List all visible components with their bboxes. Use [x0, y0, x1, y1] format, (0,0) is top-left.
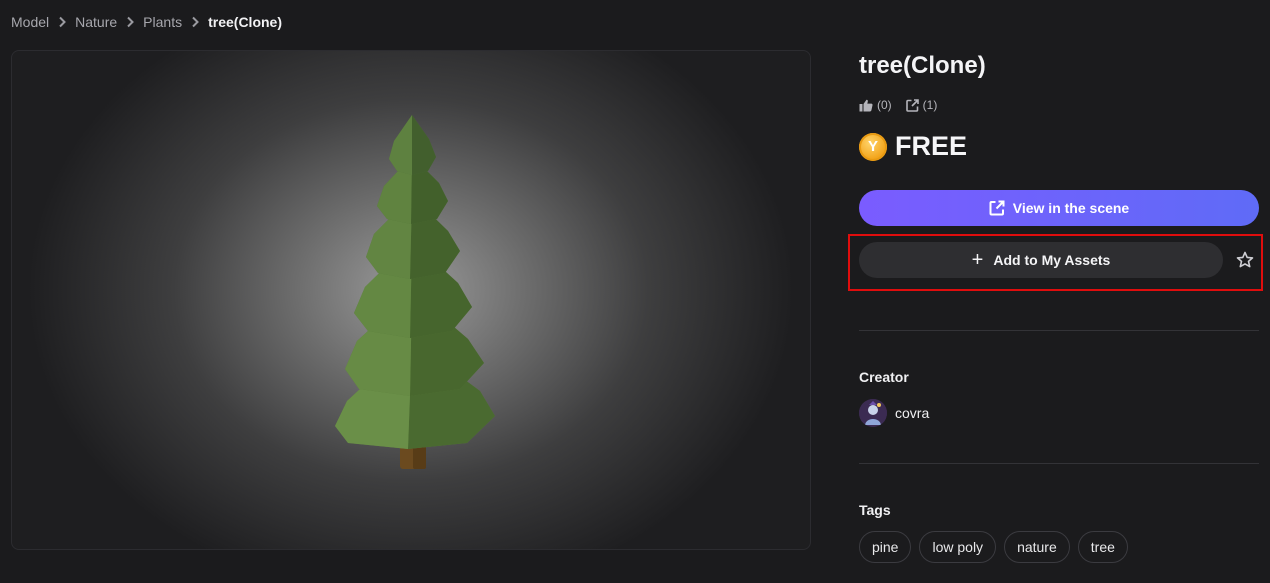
chevron-right-icon [121, 13, 139, 31]
tag-pine[interactable]: pine [859, 531, 912, 563]
tag-nature[interactable]: nature [1004, 531, 1070, 563]
highlight-box [848, 234, 1263, 291]
tree-model-image [335, 115, 495, 469]
share-count: (1) [922, 98, 938, 112]
tag-list: pine low poly nature tree [859, 531, 1136, 563]
breadcrumb-plants[interactable]: Plants [143, 14, 182, 30]
creator-heading: Creator [859, 369, 909, 385]
asset-stats: (0) (1) [859, 98, 951, 112]
chevron-right-icon [186, 13, 204, 31]
external-link-icon [905, 98, 919, 112]
chevron-right-icon [53, 13, 71, 31]
divider [859, 330, 1259, 331]
breadcrumb: Model Nature Plants tree(Clone) [11, 13, 282, 31]
external-link-icon [989, 200, 1005, 216]
divider [859, 463, 1259, 464]
price-block: Y FREE [859, 131, 967, 162]
asset-title: tree(Clone) [859, 52, 986, 79]
creator-link[interactable]: covra [859, 399, 929, 427]
tag-low-poly[interactable]: low poly [919, 531, 997, 563]
avatar [859, 399, 887, 427]
breadcrumb-current: tree(Clone) [208, 14, 282, 30]
creator-name: covra [895, 405, 930, 421]
tag-tree[interactable]: tree [1077, 531, 1128, 563]
price-label: FREE [895, 131, 968, 161]
tags-heading: Tags [859, 502, 891, 518]
view-in-scene-label: View in the scene [1012, 200, 1130, 216]
like-stat[interactable]: (0) [859, 98, 892, 112]
coin-icon: Y [859, 132, 887, 161]
breadcrumb-model[interactable]: Model [11, 14, 49, 30]
view-in-scene-button[interactable]: View in the scene [859, 190, 1259, 226]
model-viewer[interactable] [11, 50, 811, 550]
like-count: (0) [877, 98, 892, 112]
share-stat[interactable]: (1) [905, 98, 938, 112]
breadcrumb-nature[interactable]: Nature [75, 14, 117, 30]
thumbs-up-icon [859, 99, 873, 111]
